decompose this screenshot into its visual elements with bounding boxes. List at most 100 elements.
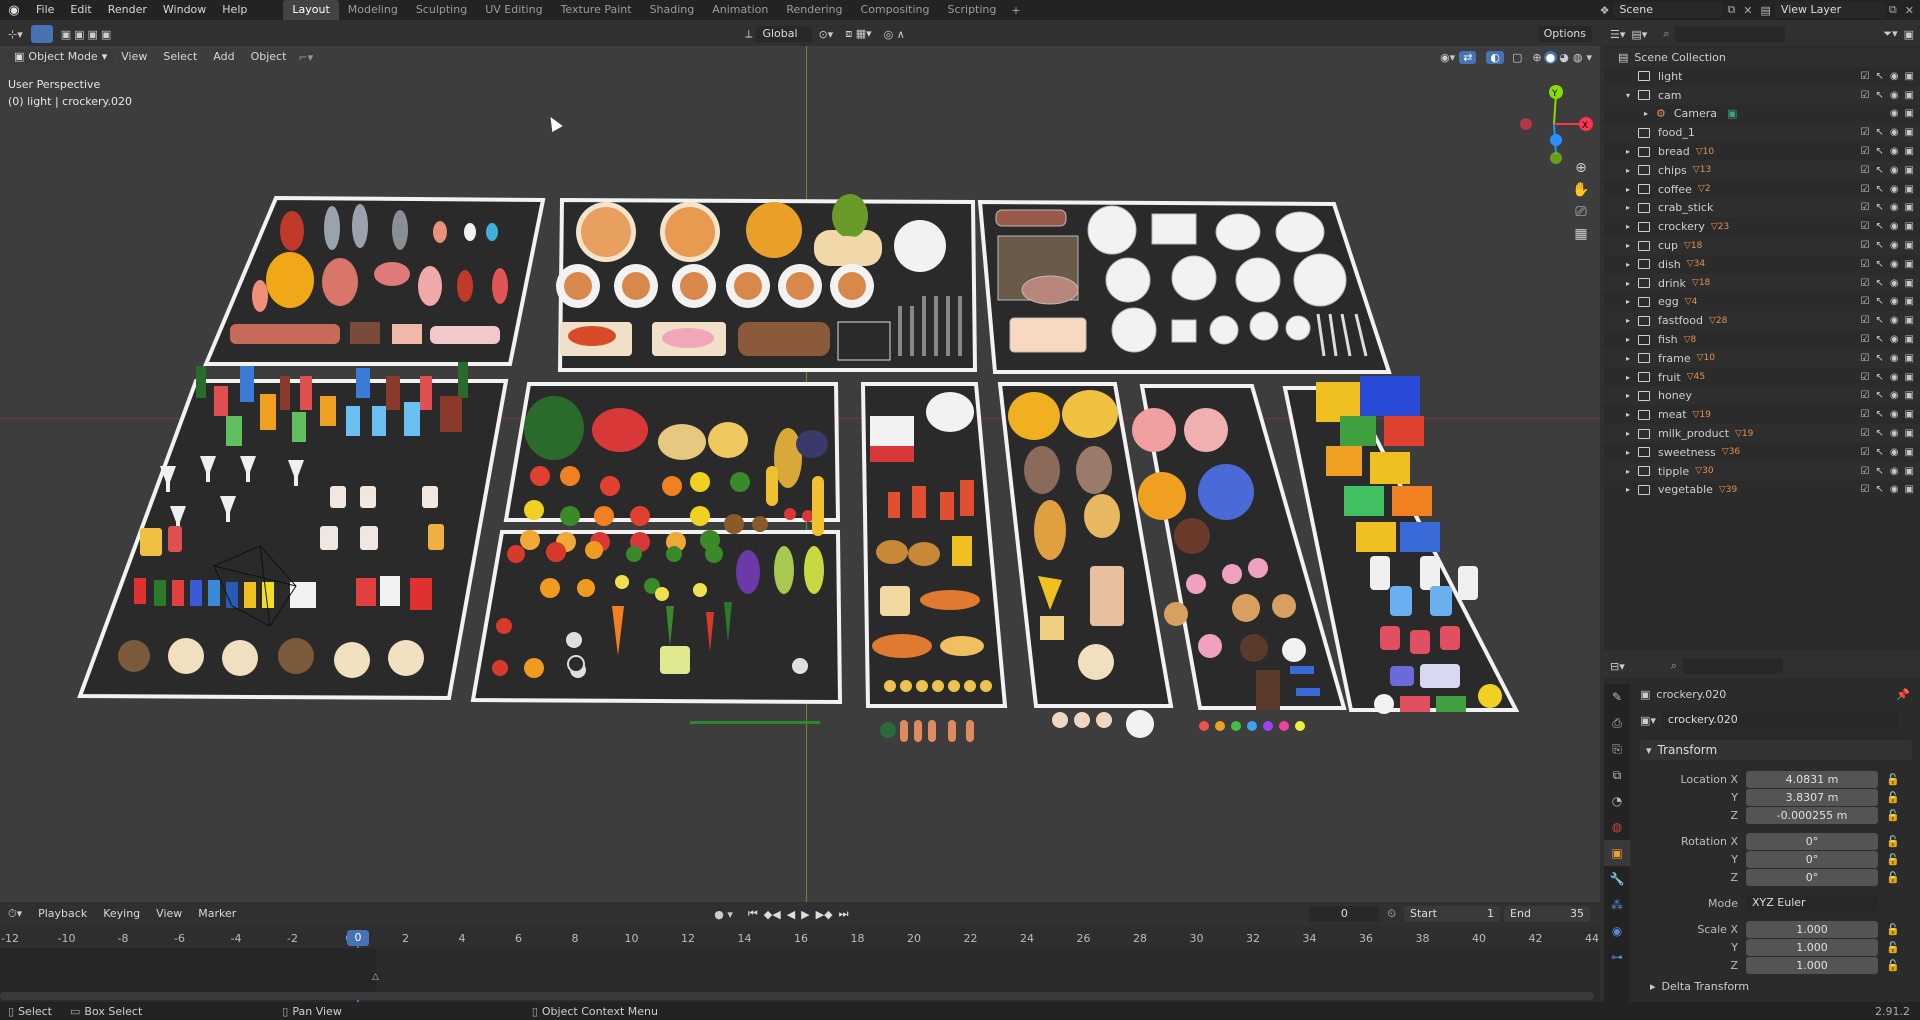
tab-sculpting[interactable]: Sculpting xyxy=(407,0,476,20)
checkbox-icon[interactable]: ☑ xyxy=(1860,184,1869,195)
eye-icon[interactable]: ◉ xyxy=(1890,466,1899,477)
selectable-icon[interactable]: ↖ xyxy=(1875,315,1883,326)
outliner-item-fish[interactable]: ▸ fish ▽8 ☑ ↖ ◉ ▣ xyxy=(1604,330,1920,349)
eye-icon[interactable]: ◉ xyxy=(1890,221,1899,232)
checkbox-icon[interactable]: ☑ xyxy=(1860,353,1869,364)
proportional-edit-icon[interactable]: ◎ ∧ xyxy=(878,28,911,41)
outliner-search-input[interactable] xyxy=(1675,26,1786,42)
checkbox-icon[interactable]: ☑ xyxy=(1860,240,1869,251)
eye-icon[interactable]: ◉ xyxy=(1890,296,1899,307)
outliner-scene-collection[interactable]: ▤ Scene Collection xyxy=(1604,48,1920,67)
render-tab-icon[interactable]: ⎙ xyxy=(1604,710,1630,736)
timeline-menu-view[interactable]: View xyxy=(148,904,190,924)
particles-tab-icon[interactable]: ⁂ xyxy=(1604,892,1630,918)
selectable-icon[interactable]: ↖ xyxy=(1875,447,1883,458)
render-camera-icon[interactable]: ▣ xyxy=(1905,240,1914,251)
tab-texture-paint[interactable]: Texture Paint xyxy=(552,0,641,20)
object-tab-icon[interactable]: ▣ xyxy=(1604,840,1630,866)
camera-view-icon[interactable]: ⎚ xyxy=(1570,204,1592,220)
outliner-item-tipple[interactable]: ▸ tipple ▽30 ☑ ↖ ◉ ▣ xyxy=(1604,461,1920,481)
selectable-icon[interactable]: ↖ xyxy=(1875,165,1883,176)
outliner-item-meat[interactable]: ▸ meat ▽19 ☑ ↖ ◉ ▣ xyxy=(1604,405,1920,424)
render-camera-icon[interactable]: ▣ xyxy=(1905,146,1914,157)
3d-viewport[interactable]: ▣ Object Mode ▾ View Select Add Object ⌐▾ … xyxy=(0,46,1600,902)
pan-hand-icon[interactable]: ✋ xyxy=(1570,182,1592,198)
clock-icon[interactable]: ⏲ xyxy=(1379,907,1404,921)
view-layer-icon[interactable]: ▤ xyxy=(1757,4,1775,17)
outliner-item-coffee[interactable]: ▸ coffee ▽2 ☑ ↖ ◉ ▣ xyxy=(1604,180,1920,199)
outliner-item-drink[interactable]: ▸ drink ▽18 ☑ ↖ ◉ ▣ xyxy=(1604,273,1920,293)
modifier-tab-icon[interactable]: 🔧 xyxy=(1604,866,1630,892)
scene-close-icon[interactable]: ✕ xyxy=(1739,4,1756,17)
eye-icon[interactable]: ◉ xyxy=(1890,259,1899,270)
current-frame-field[interactable]: 0 xyxy=(1309,906,1380,922)
checkbox-icon[interactable]: ☑ xyxy=(1860,221,1869,232)
tab-scripting[interactable]: Scripting xyxy=(938,0,1005,20)
lock-icon[interactable]: 🔓 xyxy=(1886,959,1900,972)
eye-icon[interactable]: ◉ xyxy=(1890,108,1899,119)
view-layer-tab-icon[interactable]: ⧉ xyxy=(1604,762,1630,788)
timeline-menu-playback[interactable]: Playback xyxy=(30,904,95,924)
expand-right-icon[interactable]: ▸ xyxy=(1622,485,1634,494)
checkbox-icon[interactable]: ☑ xyxy=(1860,90,1869,101)
world-tab-icon[interactable]: ◍ xyxy=(1604,814,1630,840)
object-name-field[interactable]: crockery.020 xyxy=(1661,712,1898,728)
selectable-icon[interactable]: ↖ xyxy=(1875,202,1883,213)
select-tool-icon[interactable] xyxy=(30,25,53,43)
eye-icon[interactable]: ◉ xyxy=(1890,90,1899,101)
rotation-y-field[interactable]: 0° xyxy=(1746,850,1878,868)
eye-icon[interactable]: ◉ xyxy=(1890,146,1899,157)
eye-icon[interactable]: ◉ xyxy=(1890,484,1899,495)
expand-right-icon[interactable]: ▸ xyxy=(1622,203,1634,212)
location-y-field[interactable]: 3.8307 m xyxy=(1746,788,1878,806)
lock-icon[interactable]: 🔓 xyxy=(1886,923,1900,936)
eye-icon[interactable]: ◉ xyxy=(1890,202,1899,213)
menu-window[interactable]: Window xyxy=(155,0,214,20)
render-camera-icon[interactable]: ▣ xyxy=(1905,390,1914,401)
pin-icon[interactable]: 📌 xyxy=(1896,688,1910,701)
eye-icon[interactable]: ◉ xyxy=(1890,240,1899,251)
lock-icon[interactable]: 🔓 xyxy=(1886,835,1900,848)
add-workspace-icon[interactable]: + xyxy=(1005,4,1026,17)
outliner-item-fruit[interactable]: ▸ fruit ▽45 ☑ ↖ ◉ ▣ xyxy=(1604,368,1920,387)
lock-icon[interactable]: 🔓 xyxy=(1886,773,1900,786)
checkbox-icon[interactable]: ☑ xyxy=(1860,296,1869,307)
eye-icon[interactable]: ◉ xyxy=(1890,278,1899,289)
outliner-item-vegetable[interactable]: ▸ vegetable ▽39 ☑ ↖ ◉ ▣ xyxy=(1604,480,1920,499)
selectable-icon[interactable]: ↖ xyxy=(1875,71,1883,82)
selectable-icon[interactable]: ↖ xyxy=(1875,390,1883,401)
checkbox-icon[interactable]: ☑ xyxy=(1860,372,1869,383)
menu-file[interactable]: File xyxy=(28,0,62,20)
selectable-icon[interactable]: ↖ xyxy=(1875,90,1883,101)
timeline-editor-icon[interactable]: ⏱▾ xyxy=(0,907,30,921)
scene-selector[interactable]: Scene xyxy=(1613,2,1724,18)
expand-right-icon[interactable]: ▸ xyxy=(1622,316,1634,325)
render-camera-icon[interactable]: ▣ xyxy=(1905,296,1914,307)
expand-right-icon[interactable]: ▸ xyxy=(1622,391,1634,400)
blender-logo-icon[interactable]: ◉ xyxy=(0,3,28,18)
expand-down-icon[interactable]: ▾ xyxy=(1622,91,1634,100)
location-z-field[interactable]: -0.000255 m xyxy=(1746,806,1878,824)
lock-icon[interactable]: 🔓 xyxy=(1886,791,1900,804)
expand-right-icon[interactable]: ▸ xyxy=(1622,467,1634,476)
render-camera-icon[interactable]: ▣ xyxy=(1905,353,1914,364)
view-layer-close-icon[interactable]: ✕ xyxy=(1901,4,1920,17)
eye-icon[interactable]: ◉ xyxy=(1890,428,1899,439)
render-camera-icon[interactable]: ▣ xyxy=(1905,71,1914,82)
expand-right-icon[interactable]: ▸ xyxy=(1622,260,1634,269)
view-layer-selector[interactable]: View Layer xyxy=(1774,2,1885,18)
expand-right-icon[interactable]: ▸ xyxy=(1640,109,1652,118)
render-camera-icon[interactable]: ▣ xyxy=(1905,484,1914,495)
jump-start-icon[interactable]: ⏮ xyxy=(745,907,761,921)
delta-transform-section[interactable]: ▸ Delta Transform xyxy=(1650,980,1749,993)
rotation-z-field[interactable]: 0° xyxy=(1746,868,1878,886)
tab-modeling[interactable]: Modeling xyxy=(339,0,407,20)
render-camera-icon[interactable]: ▣ xyxy=(1905,259,1914,270)
render-camera-icon[interactable]: ▣ xyxy=(1905,278,1914,289)
record-icon[interactable]: ● ▾ xyxy=(702,908,745,921)
timeline-ruler[interactable]: -12-10-8-6-4-202468101214161820222426283… xyxy=(0,926,1600,948)
render-camera-icon[interactable]: ▣ xyxy=(1905,372,1914,383)
lock-icon[interactable]: 🔓 xyxy=(1886,853,1900,866)
selectable-icon[interactable]: ↖ xyxy=(1875,184,1883,195)
selection-mode-icon[interactable]: ▣▣▣▣ xyxy=(61,28,115,41)
